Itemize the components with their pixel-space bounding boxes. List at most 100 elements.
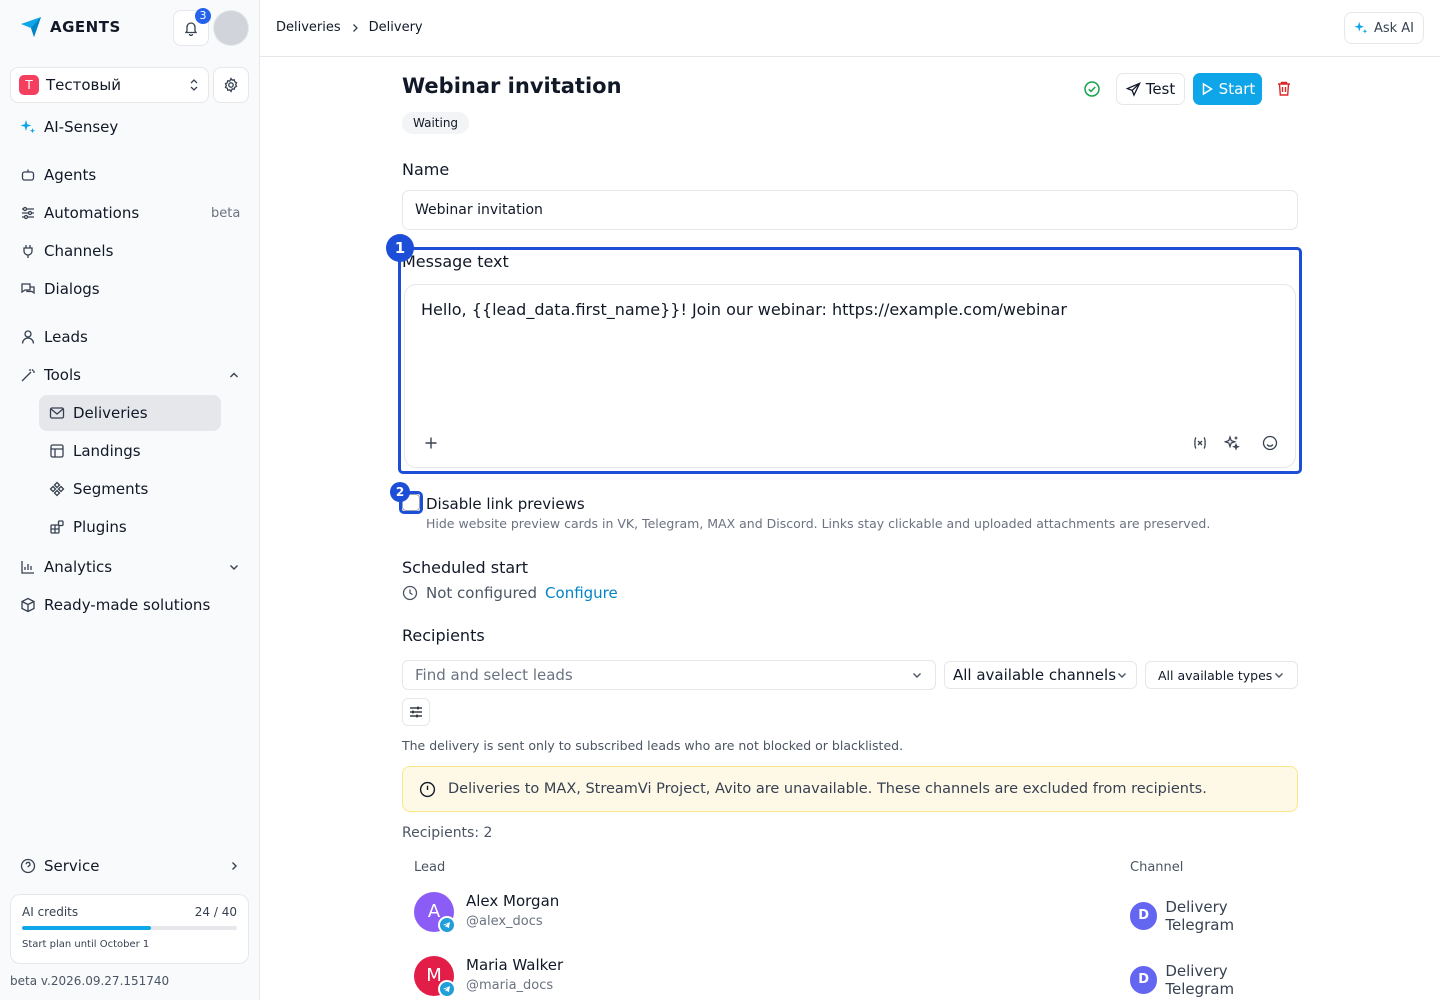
notifications-button[interactable]: 3 [173, 8, 211, 46]
chart-icon [20, 559, 36, 575]
sidebar-item-service[interactable]: Service [20, 848, 240, 884]
table-row[interactable]: A Alex Morgan @alex_docs D Delivery Tele… [414, 892, 1298, 934]
recipients-label: Recipients [402, 626, 485, 645]
page-title: Webinar invitation [402, 74, 622, 98]
sparkle-icon [20, 119, 36, 135]
sidebar-item-deliveries[interactable]: Deliveries [49, 395, 148, 431]
name-input[interactable]: Webinar invitation [402, 190, 1298, 230]
chevron-right-icon [228, 860, 240, 872]
channels-select-value: All available channels [953, 666, 1117, 684]
sidebar-item-label: Ready-made solutions [44, 596, 211, 614]
sidebar-item-landings[interactable]: Landings [49, 433, 141, 469]
channels-select[interactable]: All available channels [944, 661, 1137, 689]
types-select-value: All available types [1158, 667, 1273, 683]
channel-name: Delivery Telegram [1165, 962, 1235, 998]
lead-name: Maria Walker [466, 956, 564, 974]
name-label: Name [402, 160, 450, 179]
breadcrumb: Deliveries Delivery [276, 20, 423, 35]
ai-credits-card[interactable]: AI credits 24 / 40 Start plan until Octo… [10, 894, 249, 964]
lead-channel: D Delivery Telegram [1130, 962, 1298, 998]
lead-handle: @alex_docs [466, 914, 543, 929]
column-header-channel: Channel [1130, 860, 1184, 875]
highlight-marker-2: 2 [390, 482, 410, 502]
sidebar-item-leads[interactable]: Leads [20, 319, 88, 355]
sidebar-item-label: Segments [73, 480, 149, 498]
sidebar-item-ready-made-solutions[interactable]: Ready-made solutions [20, 587, 210, 623]
help-circle-icon [20, 858, 36, 874]
send-icon [1125, 81, 1141, 97]
sidebar-item-segments[interactable]: Segments [49, 471, 148, 507]
scheduled-start-label: Scheduled start [402, 558, 529, 577]
sidebar-item-label: Agents [44, 166, 97, 184]
layout-icon [49, 443, 65, 459]
credits-progress-fill [22, 926, 151, 930]
credits-plan: Start plan until October 1 [22, 939, 150, 950]
ask-ai-button[interactable]: Ask AI [1343, 12, 1424, 44]
brand-name: AGENTS [50, 18, 121, 36]
credits-label: AI credits [22, 905, 79, 919]
disable-link-previews-label[interactable]: Disable link previews [426, 495, 585, 513]
sidebar-item-label: Service [44, 857, 100, 875]
bot-icon [20, 167, 36, 183]
sidebar-item-agents[interactable]: Agents [20, 157, 96, 193]
notification-count-badge: 3 [195, 8, 211, 24]
test-label: Test [1145, 80, 1176, 98]
workspace-settings-button[interactable] [213, 67, 249, 103]
chevron-down-icon [1116, 669, 1128, 681]
sidebar-item-automations[interactable]: Automations [20, 195, 139, 231]
chevron-down-icon [228, 561, 240, 573]
breadcrumb-deliveries-link[interactable]: Deliveries [276, 20, 341, 35]
trash-icon[interactable] [1276, 80, 1292, 97]
agents-logo-icon [18, 14, 44, 40]
sidebar-item-ai-sensey[interactable]: AI-Sensey [20, 109, 118, 145]
warning-text: Deliveries to MAX, StreamVi Project, Avi… [448, 781, 1207, 797]
sidebar: AGENTS 3 T Тестовый AI-Sensey Agents Aut… [0, 0, 260, 1000]
bell-icon [183, 20, 199, 36]
types-select[interactable]: All available types [1145, 661, 1298, 689]
start-label: Start [1218, 80, 1256, 98]
highlight-box-1 [398, 247, 1302, 474]
sidebar-item-plugins[interactable]: Plugins [49, 509, 127, 545]
leads-search-select[interactable]: Find and select leads [402, 660, 936, 690]
delivery-note: The delivery is sent only to subscribed … [402, 738, 904, 753]
sidebar-item-dialogs[interactable]: Dialogs [20, 271, 100, 307]
check-circle-icon[interactable] [1083, 80, 1101, 98]
start-button[interactable]: Start [1193, 73, 1262, 105]
test-button[interactable]: Test [1116, 73, 1185, 105]
ask-ai-label: Ask AI [1373, 20, 1414, 36]
channel-badge: D [1130, 966, 1158, 994]
sidebar-item-label: Plugins [73, 518, 127, 536]
gear-icon [223, 77, 239, 93]
sliders-icon [20, 205, 36, 221]
filter-button[interactable] [402, 698, 430, 726]
sidebar-item-channels[interactable]: Channels [20, 233, 113, 269]
leads-search-placeholder: Find and select leads [415, 666, 573, 684]
workspace-avatar: T [19, 75, 39, 95]
filter-sliders-icon [408, 704, 424, 720]
sidebar-item-label: Dialogs [44, 280, 100, 298]
play-icon [1200, 82, 1214, 96]
alert-circle-icon [419, 781, 436, 798]
box-icon [20, 597, 36, 613]
top-bar: Deliveries Delivery Ask AI [260, 0, 1440, 57]
unavailable-channels-warning: Deliveries to MAX, StreamVi Project, Avi… [402, 766, 1298, 812]
table-row[interactable]: M Maria Walker @maria_docs D Delivery Te… [414, 956, 1298, 998]
user-icon [20, 329, 36, 345]
chevron-up-down-icon [188, 77, 200, 93]
sidebar-item-analytics[interactable]: Analytics [20, 549, 240, 585]
channel-badge: D [1130, 902, 1158, 930]
brand-logo[interactable]: AGENTS [18, 14, 121, 40]
highlight-marker-1: 1 [386, 234, 414, 262]
credits-progress-bar [22, 926, 237, 930]
chevron-down-icon [1273, 669, 1285, 681]
channel-name: Delivery Telegram [1165, 898, 1235, 934]
segments-icon [49, 481, 65, 497]
app-version: beta v.2026.09.27.151740 [10, 974, 170, 988]
sidebar-item-label: AI-Sensey [44, 118, 119, 136]
user-avatar[interactable] [213, 10, 249, 46]
credits-value: 24 / 40 [194, 905, 237, 919]
configure-link[interactable]: Configure [545, 584, 618, 602]
status-badge: Waiting [402, 112, 470, 134]
workspace-select[interactable]: T Тестовый [10, 67, 209, 103]
sidebar-item-tools[interactable]: Tools [20, 357, 240, 393]
